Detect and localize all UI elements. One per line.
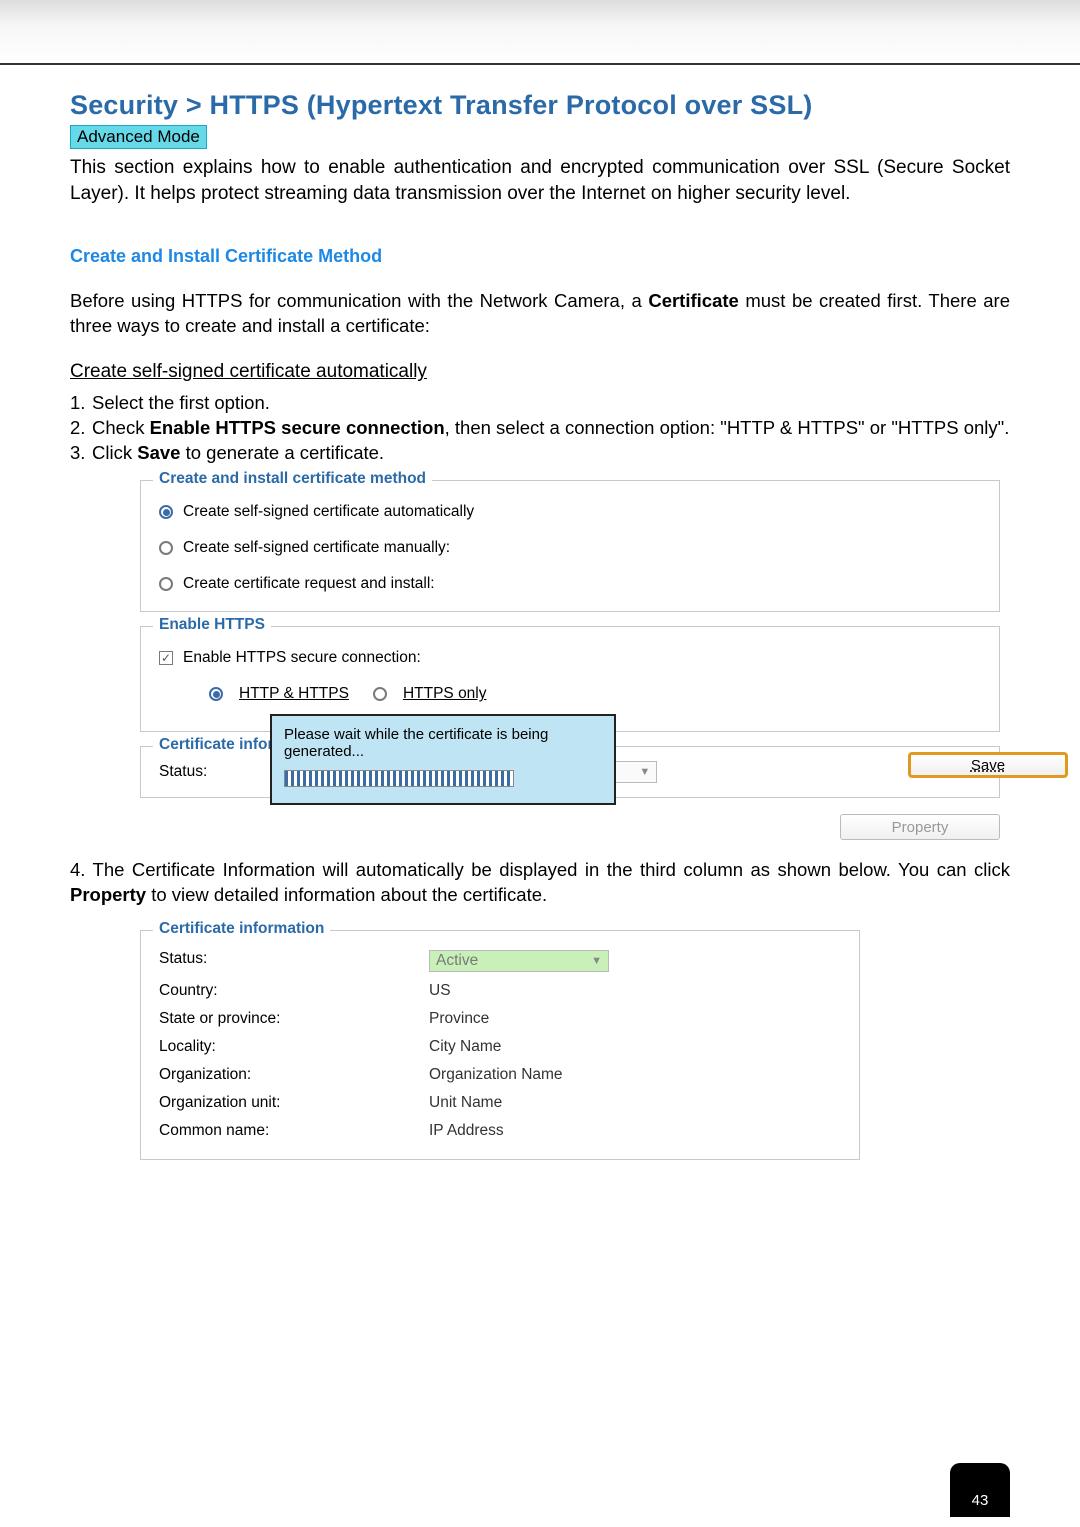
status-value: Active xyxy=(436,952,478,970)
property-button[interactable]: Property xyxy=(840,814,1000,840)
fieldset-legend: Enable HTTPS xyxy=(153,616,271,634)
step-text: Click Save to generate a certificate. xyxy=(92,441,1010,466)
radio-icon[interactable] xyxy=(209,687,223,701)
before-text-part1: Before using HTTPS for communication wit… xyxy=(70,290,648,311)
cert-info-table: Status: Active ▼ Country:US State or pro… xyxy=(159,945,841,1145)
radio-option-request[interactable]: Create certificate request and install: xyxy=(159,575,981,593)
checkbox-icon[interactable]: ✓ xyxy=(159,651,173,665)
radio-option-manual[interactable]: Create self-signed certificate manually: xyxy=(159,539,981,557)
advanced-mode-badge: Advanced Mode xyxy=(70,125,207,149)
step-number: 2. xyxy=(70,416,92,441)
top-gradient-band xyxy=(0,0,1080,65)
progress-bar xyxy=(284,770,514,787)
fieldset-legend: Certificate information xyxy=(153,920,330,938)
status-select-active[interactable]: Active ▼ xyxy=(429,950,609,972)
radio-option-auto[interactable]: Create self-signed certificate automatic… xyxy=(159,503,981,521)
fieldset-legend: Create and install certificate method xyxy=(153,470,432,488)
radio-label: HTTPS only xyxy=(403,685,487,703)
steps-list: 1. Select the first option. 2. Check Ena… xyxy=(70,391,1010,466)
before-text: Before using HTTPS for communication wit… xyxy=(70,289,1010,339)
save-button[interactable]: Save xyxy=(908,752,1068,778)
cert-info-value: Organization Name xyxy=(429,1066,563,1084)
step4-text: 4. The Certificate Information will auto… xyxy=(70,858,1010,908)
cert-info-label: Country: xyxy=(159,982,429,1000)
before-text-bold: Certificate xyxy=(648,290,738,311)
cert-info-value: US xyxy=(429,982,451,1000)
checkbox-label: Enable HTTPS secure connection: xyxy=(183,649,421,667)
popup-text: Please wait while the certificate is bei… xyxy=(284,726,602,760)
page-number-tab: 43 xyxy=(950,1463,1010,1517)
chevron-down-icon: ▼ xyxy=(639,766,650,778)
radio-icon[interactable] xyxy=(159,541,173,555)
page-content: Security > HTTPS (Hypertext Transfer Pro… xyxy=(0,90,1080,1160)
certificate-generating-popup: Please wait while the certificate is bei… xyxy=(270,714,616,805)
cert-info-label: Organization unit: xyxy=(159,1094,429,1112)
create-auto-heading: Create self-signed certificate automatic… xyxy=(70,361,1010,383)
radio-icon[interactable] xyxy=(159,577,173,591)
enable-https-checkbox-row[interactable]: ✓ Enable HTTPS secure connection: xyxy=(159,649,981,667)
cert-info-value: Province xyxy=(429,1010,489,1028)
radio-label: Create self-signed certificate manually: xyxy=(183,539,450,557)
step-number: 3. xyxy=(70,441,92,466)
cert-info-label: Status: xyxy=(159,950,429,972)
radio-icon[interactable] xyxy=(159,505,173,519)
step-text: Check Enable HTTPS secure connection, th… xyxy=(92,416,1010,441)
radio-label: HTTP & HTTPS xyxy=(239,685,349,703)
certificate-information-fieldset: Certificate information Status: Active ▼… xyxy=(140,930,860,1160)
cert-info-value: City Name xyxy=(429,1038,501,1056)
radio-label: Create self-signed certificate automatic… xyxy=(183,503,474,521)
cert-info-label: State or province: xyxy=(159,1010,429,1028)
chevron-down-icon: ▼ xyxy=(591,955,602,967)
create-method-fieldset: Create and install certificate method Cr… xyxy=(140,480,1000,612)
intro-paragraph: This section explains how to enable auth… xyxy=(70,155,1010,206)
step-text: Select the first option. xyxy=(92,391,1010,416)
cert-info-value: Unit Name xyxy=(429,1094,502,1112)
page-title: Security > HTTPS (Hypertext Transfer Pro… xyxy=(70,90,1010,121)
radio-icon[interactable] xyxy=(373,687,387,701)
cert-info-label: Organization: xyxy=(159,1066,429,1084)
cert-info-value: IP Address xyxy=(429,1122,504,1140)
section-subtitle: Create and Install Certificate Method xyxy=(70,246,1010,267)
cert-info-label: Locality: xyxy=(159,1038,429,1056)
status-label: Status: xyxy=(159,763,207,781)
cert-info-label: Common name: xyxy=(159,1122,429,1140)
step-number: 1. xyxy=(70,391,92,416)
radio-label: Create certificate request and install: xyxy=(183,575,435,593)
